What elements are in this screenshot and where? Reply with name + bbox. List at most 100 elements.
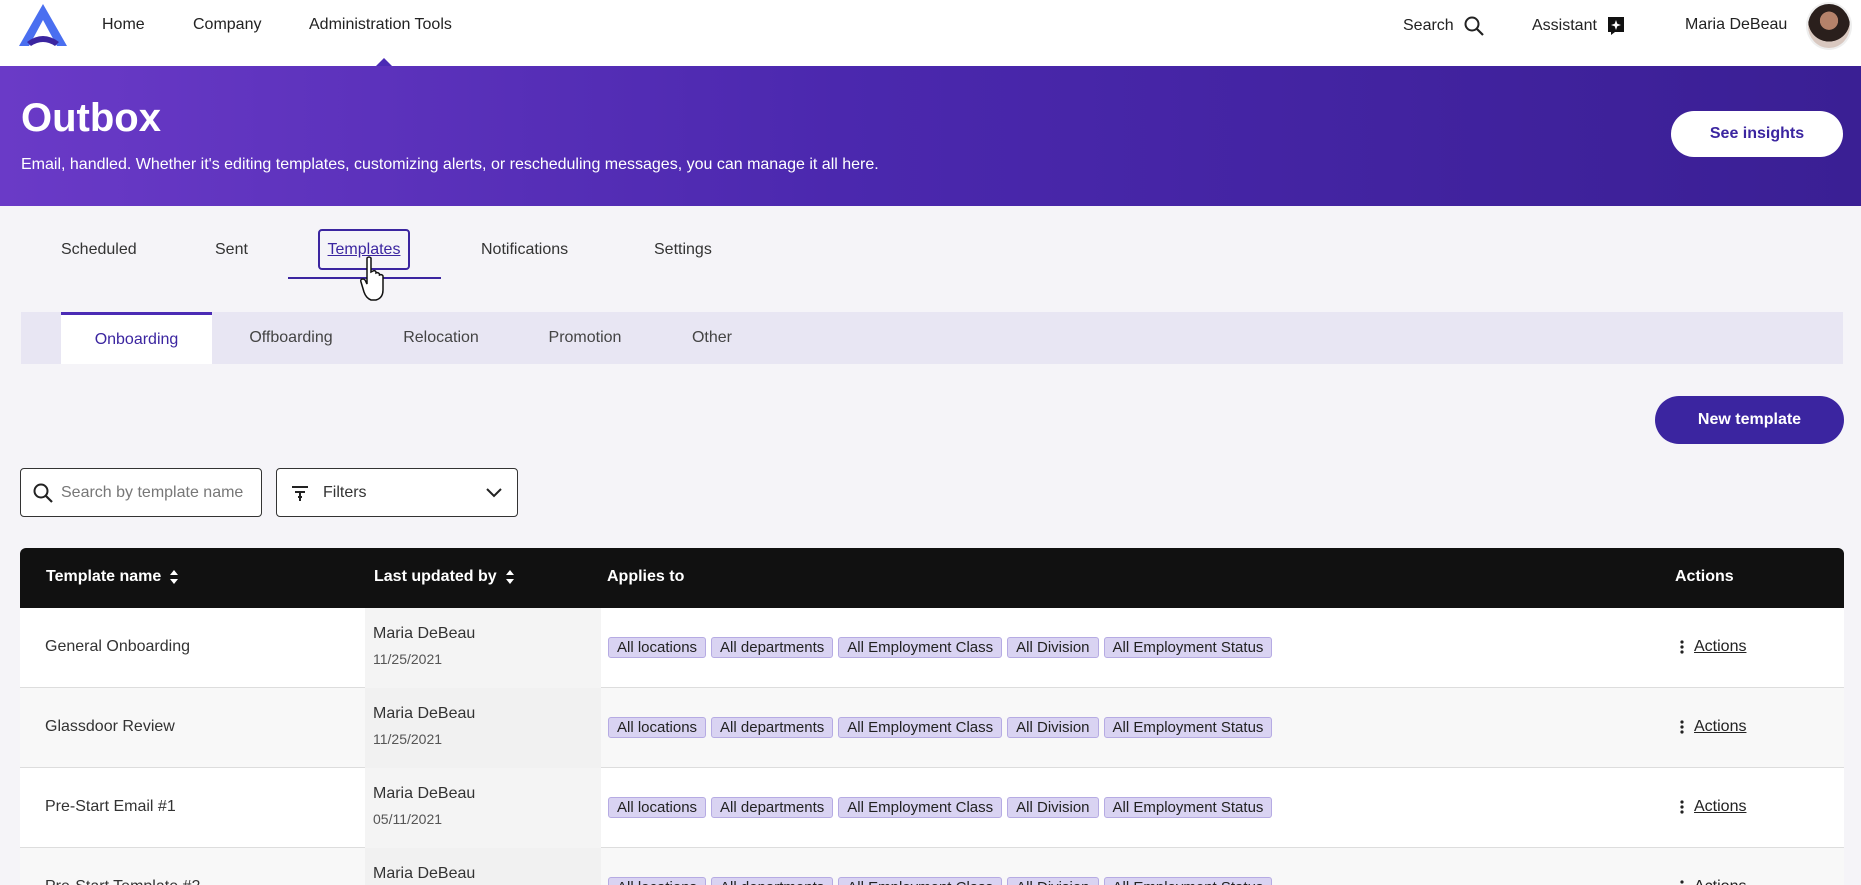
top-nav: Home Company Administration Tools Search… bbox=[0, 0, 1861, 66]
applies-to-tag: All Employment Status bbox=[1103, 637, 1273, 658]
subtab-onboarding[interactable]: Onboarding bbox=[61, 312, 212, 364]
applies-to-tag: All departments bbox=[711, 637, 834, 658]
subtab-other[interactable]: Other bbox=[672, 312, 752, 364]
applies-to-tags: All locationsAll departmentsAll Employme… bbox=[608, 717, 1273, 738]
applies-to-tag: All Employment Class bbox=[838, 717, 1003, 738]
nav-admin-tools-link[interactable]: Administration Tools bbox=[309, 16, 452, 34]
applies-to-tag: All Employment Status bbox=[1103, 717, 1273, 738]
nav-search-button[interactable]: Search bbox=[1403, 16, 1484, 36]
column-header-actions: Actions bbox=[1675, 568, 1734, 586]
column-header-last-updated[interactable]: Last updated by bbox=[374, 568, 515, 586]
applies-to-tag: All Division bbox=[1007, 717, 1099, 738]
applies-to-tag: All departments bbox=[711, 877, 834, 885]
updated-date: 05/11/2021 bbox=[373, 811, 443, 827]
applies-to-tag: All locations bbox=[608, 637, 707, 658]
applies-to-tag: All Employment Class bbox=[838, 877, 1003, 885]
chevron-down-icon bbox=[486, 488, 502, 498]
applies-to-tag: All locations bbox=[608, 877, 707, 885]
template-name[interactable]: Glassdoor Review bbox=[45, 718, 175, 736]
nav-active-indicator bbox=[376, 58, 392, 66]
updated-by-name: Maria DeBeau bbox=[373, 705, 476, 722]
template-name[interactable]: Pre-Start Email #1 bbox=[45, 798, 176, 816]
column-header-applies-to: Applies to bbox=[607, 568, 684, 586]
kebab-menu-icon bbox=[1680, 720, 1684, 734]
applies-to-tags: All locationsAll departments All Employme… bbox=[608, 797, 1273, 818]
applies-to-tag: All Division bbox=[1007, 797, 1099, 818]
applies-to-tag: All Division bbox=[1007, 637, 1099, 658]
template-name[interactable]: General Onboarding bbox=[45, 638, 190, 656]
subtab-relocation[interactable]: Relocation bbox=[385, 312, 497, 364]
tab-settings[interactable]: Settings bbox=[654, 241, 712, 259]
applies-to-tag: All Employment Status bbox=[1103, 797, 1273, 818]
applies-to-tag: All departments bbox=[711, 717, 834, 738]
search-field bbox=[20, 468, 262, 517]
column-header-template-name[interactable]: Template name bbox=[46, 568, 179, 586]
sub-tab-bar: Onboarding Offboarding Relocation Promot… bbox=[21, 312, 1843, 364]
table-row[interactable]: Pre-Start Email #1 Maria DeBeau 05/11/2021… bbox=[20, 768, 1844, 848]
kebab-menu-icon bbox=[1680, 800, 1684, 814]
assistant-icon bbox=[1607, 17, 1624, 35]
row-actions-link[interactable]: Actions bbox=[1694, 718, 1746, 736]
updated-cell-bg bbox=[365, 608, 601, 688]
nav-search-label: Search bbox=[1403, 17, 1454, 34]
filters-dropdown[interactable]: Filters bbox=[276, 468, 518, 517]
page-banner: Outbox Email, handled. Whether it's edit… bbox=[0, 66, 1861, 206]
hand-cursor-icon bbox=[360, 256, 384, 301]
applies-to-tag: All Employment Status bbox=[1103, 877, 1273, 885]
subtab-offboarding[interactable]: Offboarding bbox=[233, 312, 349, 364]
row-actions-menu[interactable]: Actions bbox=[1680, 878, 1746, 885]
search-input[interactable] bbox=[61, 481, 251, 505]
avatar[interactable] bbox=[1806, 2, 1852, 50]
tab-notifications[interactable]: Notifications bbox=[481, 241, 568, 259]
row-actions-link[interactable]: Actions bbox=[1694, 798, 1746, 816]
nav-assistant-label: Assistant bbox=[1532, 17, 1597, 34]
updated-cell-bg bbox=[365, 768, 601, 848]
column-header-label: Last updated by bbox=[374, 568, 497, 585]
filter-icon bbox=[292, 486, 308, 501]
table-row[interactable]: Pre-Start Template #2 Maria DeBeau All loc… bbox=[20, 848, 1844, 885]
applies-to-tag: All locations bbox=[608, 717, 707, 738]
subtab-promotion[interactable]: Promotion bbox=[530, 312, 640, 364]
tab-sent[interactable]: Sent bbox=[215, 241, 248, 259]
kebab-menu-icon bbox=[1680, 640, 1684, 654]
logo-icon[interactable] bbox=[17, 2, 69, 48]
table-row[interactable]: General Onboarding Maria DeBeau 11/25/2021… bbox=[20, 608, 1844, 688]
tab-scheduled[interactable]: Scheduled bbox=[61, 241, 137, 259]
column-header-label: Actions bbox=[1675, 568, 1734, 585]
applies-to-tag: All departments bbox=[711, 797, 834, 818]
kebab-menu-icon bbox=[1680, 880, 1684, 884]
column-header-label: Template name bbox=[46, 568, 162, 585]
nav-home-link[interactable]: Home bbox=[102, 16, 145, 34]
updated-by-name: Maria DeBeau bbox=[373, 625, 476, 642]
templates-table: Template name Last updated by Applies to… bbox=[20, 548, 1844, 885]
table-row[interactable]: Glassdoor Review Maria DeBeau 11/25/2021 Al… bbox=[20, 688, 1844, 768]
template-name[interactable]: Pre-Start Template #2 bbox=[45, 878, 200, 885]
row-actions-link[interactable]: Actions bbox=[1694, 878, 1746, 885]
page-title: Outbox bbox=[21, 96, 161, 140]
page-subtitle: Email, handled. Whether it's editing tem… bbox=[21, 156, 879, 173]
sort-icon[interactable] bbox=[169, 569, 179, 585]
row-actions-menu[interactable]: Actions bbox=[1680, 638, 1746, 656]
row-actions-link[interactable]: Actions bbox=[1694, 638, 1746, 656]
filters-label: Filters bbox=[323, 484, 367, 501]
sort-icon[interactable] bbox=[505, 569, 515, 585]
updated-by-name: Maria DeBeau bbox=[373, 865, 476, 882]
applies-to-tag: All Employment Class bbox=[838, 637, 1003, 658]
row-actions-menu[interactable]: Actions bbox=[1680, 718, 1746, 736]
search-icon bbox=[33, 483, 53, 503]
row-actions-menu[interactable]: Actions bbox=[1680, 798, 1746, 816]
search-icon bbox=[1464, 16, 1484, 36]
table-header: Template name Last updated by Applies to… bbox=[20, 548, 1844, 608]
applies-to-tags: All locations All departments All Employme… bbox=[608, 877, 1273, 885]
new-template-button[interactable]: New template bbox=[1655, 396, 1844, 444]
applies-to-tag: All locations bbox=[608, 797, 707, 818]
updated-date: 11/25/2021 bbox=[373, 651, 443, 667]
applies-to-tag: All Division bbox=[1007, 877, 1099, 885]
nav-assistant-button[interactable]: Assistant bbox=[1532, 16, 1625, 36]
see-insights-button[interactable]: See insights bbox=[1671, 111, 1843, 157]
updated-by-name: Maria DeBeau bbox=[373, 785, 476, 802]
updated-date: 11/25/2021 bbox=[373, 731, 443, 747]
nav-company-link[interactable]: Company bbox=[193, 16, 261, 34]
applies-to-tags: All locationsAll departmentsAll Employme… bbox=[608, 637, 1273, 658]
nav-user-name[interactable]: Maria DeBeau bbox=[1685, 16, 1787, 34]
